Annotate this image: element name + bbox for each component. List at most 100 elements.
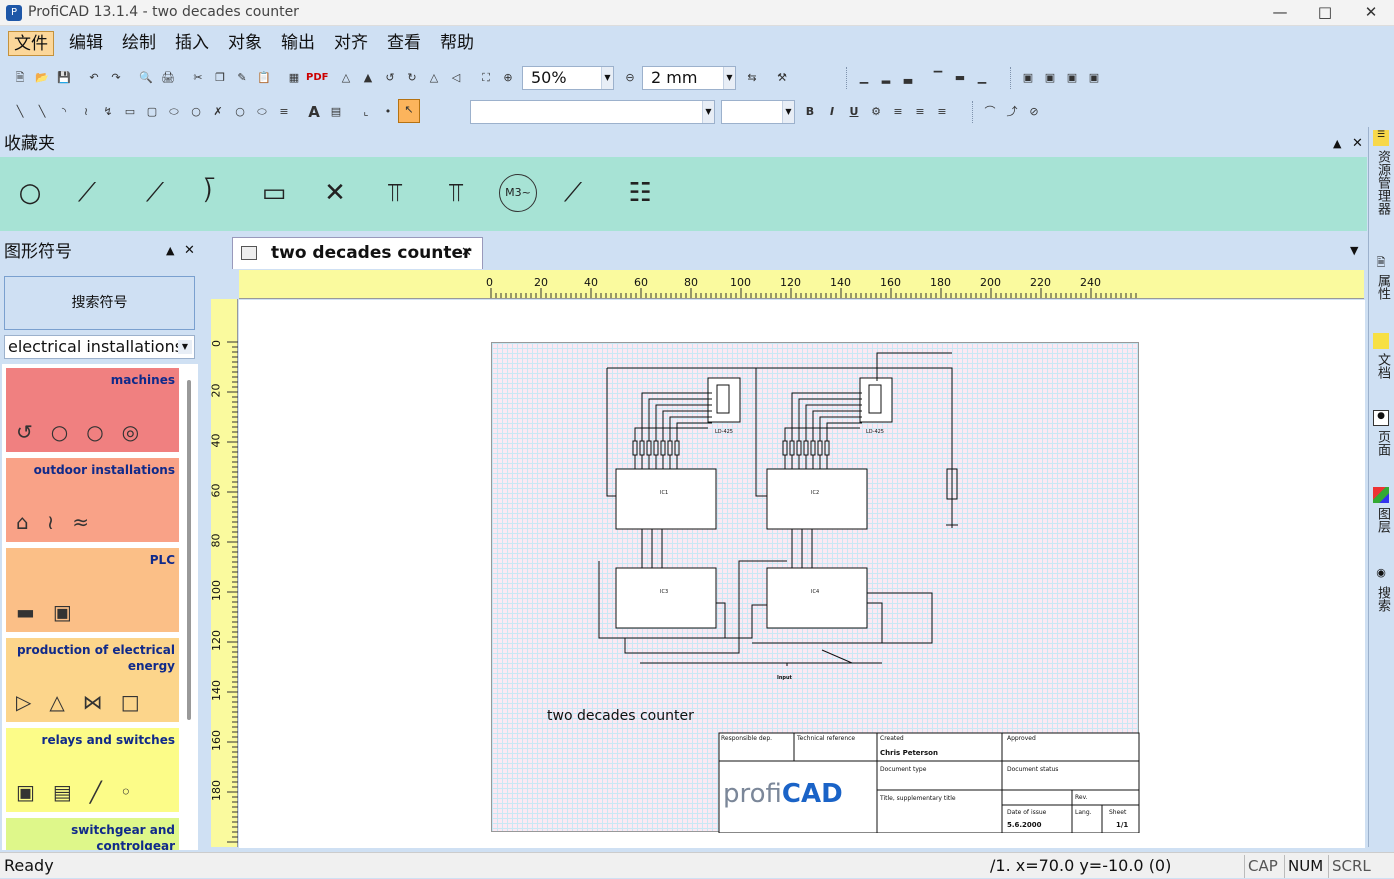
- maximize-button[interactable]: □: [1302, 2, 1348, 24]
- ellipse-icon[interactable]: ⬭: [164, 102, 184, 122]
- zoom-out-icon[interactable]: ⊖: [620, 68, 640, 88]
- open-folder-icon[interactable]: 📂: [32, 68, 52, 88]
- fav-symbol-motor[interactable]: M3~: [493, 168, 543, 218]
- align-right-icon[interactable]: ▃: [898, 68, 918, 88]
- tab-pages[interactable]: 页面: [1370, 430, 1392, 456]
- line-icon[interactable]: ╲: [10, 102, 30, 122]
- ungroup-icon[interactable]: ▣: [1040, 68, 1060, 88]
- search-symbols-button[interactable]: 搜索符号: [4, 276, 195, 330]
- pin-icon[interactable]: ▲: [1333, 137, 1341, 150]
- menu-insert[interactable]: 插入: [170, 31, 214, 56]
- text-align-right-icon[interactable]: ≡: [932, 102, 952, 122]
- dimension-icon[interactable]: ⌒: [980, 102, 1000, 122]
- save-icon[interactable]: 💾: [54, 68, 74, 88]
- minimize-button[interactable]: —: [1257, 2, 1303, 24]
- menu-output[interactable]: 输出: [276, 31, 320, 56]
- text-align-left-icon[interactable]: ≡: [888, 102, 908, 122]
- category-relays[interactable]: relays and switches ▣▤╱◦: [6, 728, 179, 812]
- fav-symbol-switch-no[interactable]: ⟋: [62, 168, 112, 218]
- group-icon[interactable]: ▣: [1018, 68, 1038, 88]
- drawing-caption[interactable]: two decades counter: [547, 708, 694, 724]
- fav-symbol-circle[interactable]: ○: [5, 168, 55, 218]
- menu-view[interactable]: 查看: [382, 31, 426, 56]
- bezier-icon[interactable]: ↯: [98, 102, 118, 122]
- format-painter-icon[interactable]: ✎: [232, 68, 252, 88]
- swap-icon[interactable]: ⇆: [742, 68, 762, 88]
- category-switchgear[interactable]: switchgear and controlgear: [6, 818, 179, 850]
- menu-edit[interactable]: 编辑: [64, 31, 108, 56]
- rotate-left-icon[interactable]: ↺: [380, 68, 400, 88]
- lines-icon[interactable]: ≡: [274, 102, 294, 122]
- flip-horizontal-icon[interactable]: ◁: [446, 68, 466, 88]
- cross-icon[interactable]: ✗: [208, 102, 228, 122]
- menu-align[interactable]: 对齐: [329, 31, 373, 56]
- fav-symbol-breaker[interactable]: ⟋: [548, 168, 598, 218]
- document-tab[interactable]: two decades counter ✕: [232, 237, 483, 269]
- align-center-icon[interactable]: ▂: [876, 68, 896, 88]
- close-tab-icon[interactable]: ✕: [461, 238, 472, 268]
- rectangle-icon[interactable]: ▭: [120, 102, 140, 122]
- forbidden-icon[interactable]: ⊘: [1024, 102, 1044, 122]
- close-icon[interactable]: ✕: [1352, 136, 1363, 151]
- zoom-in-icon[interactable]: ⊕: [498, 68, 518, 88]
- cut-icon[interactable]: ✂: [188, 68, 208, 88]
- font-size-combo[interactable]: ▼: [721, 100, 795, 124]
- fav-symbol-cross[interactable]: ✕: [310, 168, 360, 218]
- grid-combo[interactable]: 2 mm ▼: [642, 66, 736, 90]
- print-preview-icon[interactable]: 🔍: [136, 68, 156, 88]
- paste-icon[interactable]: 📋: [254, 68, 274, 88]
- drawing-sheet[interactable]: LD-425 LD-425 IC1 IC2 IC3 IC4 Input two …: [491, 342, 1140, 833]
- font-settings-icon[interactable]: ⚙: [866, 102, 886, 122]
- pdf-export-icon[interactable]: PDF: [306, 68, 328, 88]
- fav-symbol-antenna[interactable]: ⫪: [431, 168, 481, 218]
- tab-documents[interactable]: 文档: [1370, 353, 1392, 379]
- flip-vertical-icon[interactable]: △: [424, 68, 444, 88]
- mirror-icon[interactable]: △: [336, 68, 356, 88]
- send-back-icon[interactable]: ▣: [1084, 68, 1104, 88]
- redo-icon[interactable]: ↷: [106, 68, 126, 88]
- print-icon[interactable]: 🖨: [158, 68, 178, 88]
- text-icon[interactable]: A: [304, 102, 324, 122]
- tab-search[interactable]: 搜索: [1370, 586, 1392, 612]
- font-combo[interactable]: ▼: [470, 100, 715, 124]
- fav-symbol-contactor[interactable]: ☷: [615, 168, 665, 218]
- copy-icon[interactable]: ❐: [210, 68, 230, 88]
- fav-symbol-ground[interactable]: ⫪: [370, 168, 420, 218]
- hammer-icon[interactable]: ⚒: [772, 68, 792, 88]
- circle-icon[interactable]: ○: [186, 102, 206, 122]
- wire-icon[interactable]: ⌞: [356, 102, 376, 122]
- junction-icon[interactable]: •: [378, 102, 398, 122]
- category-combo[interactable]: electrical installations ▼: [4, 335, 195, 359]
- tab-layers[interactable]: 图层: [1370, 507, 1392, 533]
- align-middle-icon[interactable]: ▬: [950, 68, 970, 88]
- text-align-center-icon[interactable]: ≡: [910, 102, 930, 122]
- scrollbar-thumb[interactable]: [187, 380, 191, 720]
- select-arrow-icon[interactable]: ↖: [398, 99, 420, 123]
- tab-explorer[interactable]: 资源管理器: [1370, 150, 1392, 215]
- italic-icon[interactable]: I: [822, 102, 842, 122]
- export-image-icon[interactable]: ▦: [284, 68, 304, 88]
- category-outdoor[interactable]: outdoor installations ⌂≀≈: [6, 458, 179, 542]
- rotate-right-icon[interactable]: ↻: [402, 68, 422, 88]
- text-box-icon[interactable]: ▤: [326, 102, 346, 122]
- bring-front-icon[interactable]: ▣: [1062, 68, 1082, 88]
- align-top-icon[interactable]: ▔: [928, 68, 948, 88]
- menu-draw[interactable]: 绘制: [117, 31, 161, 56]
- align-left-icon[interactable]: ▁: [854, 68, 874, 88]
- curve-icon[interactable]: ≀: [76, 102, 96, 122]
- tab-list-icon[interactable]: ▼: [1350, 244, 1358, 257]
- close-icon[interactable]: ✕: [184, 243, 195, 258]
- fav-symbol-switch-nc[interactable]: ⟌: [184, 168, 234, 218]
- fav-symbol-resistor[interactable]: ▭: [249, 168, 299, 218]
- new-file-icon[interactable]: 🗎: [10, 68, 30, 88]
- undo-icon[interactable]: ↶: [84, 68, 104, 88]
- close-button[interactable]: ✕: [1348, 2, 1394, 24]
- ellipse-hatch-icon[interactable]: ⬭: [252, 102, 272, 122]
- category-plc[interactable]: PLC ▬▣: [6, 548, 179, 632]
- category-machines[interactable]: machines ↺○○◎: [6, 368, 179, 452]
- menu-object[interactable]: 对象: [223, 31, 267, 56]
- menu-help[interactable]: 帮助: [435, 31, 479, 56]
- arc-icon[interactable]: ◝: [54, 102, 74, 122]
- category-production[interactable]: production of electrical energy ▷△⋈□: [6, 638, 179, 722]
- zoom-combo[interactable]: 50% ▼: [522, 66, 614, 90]
